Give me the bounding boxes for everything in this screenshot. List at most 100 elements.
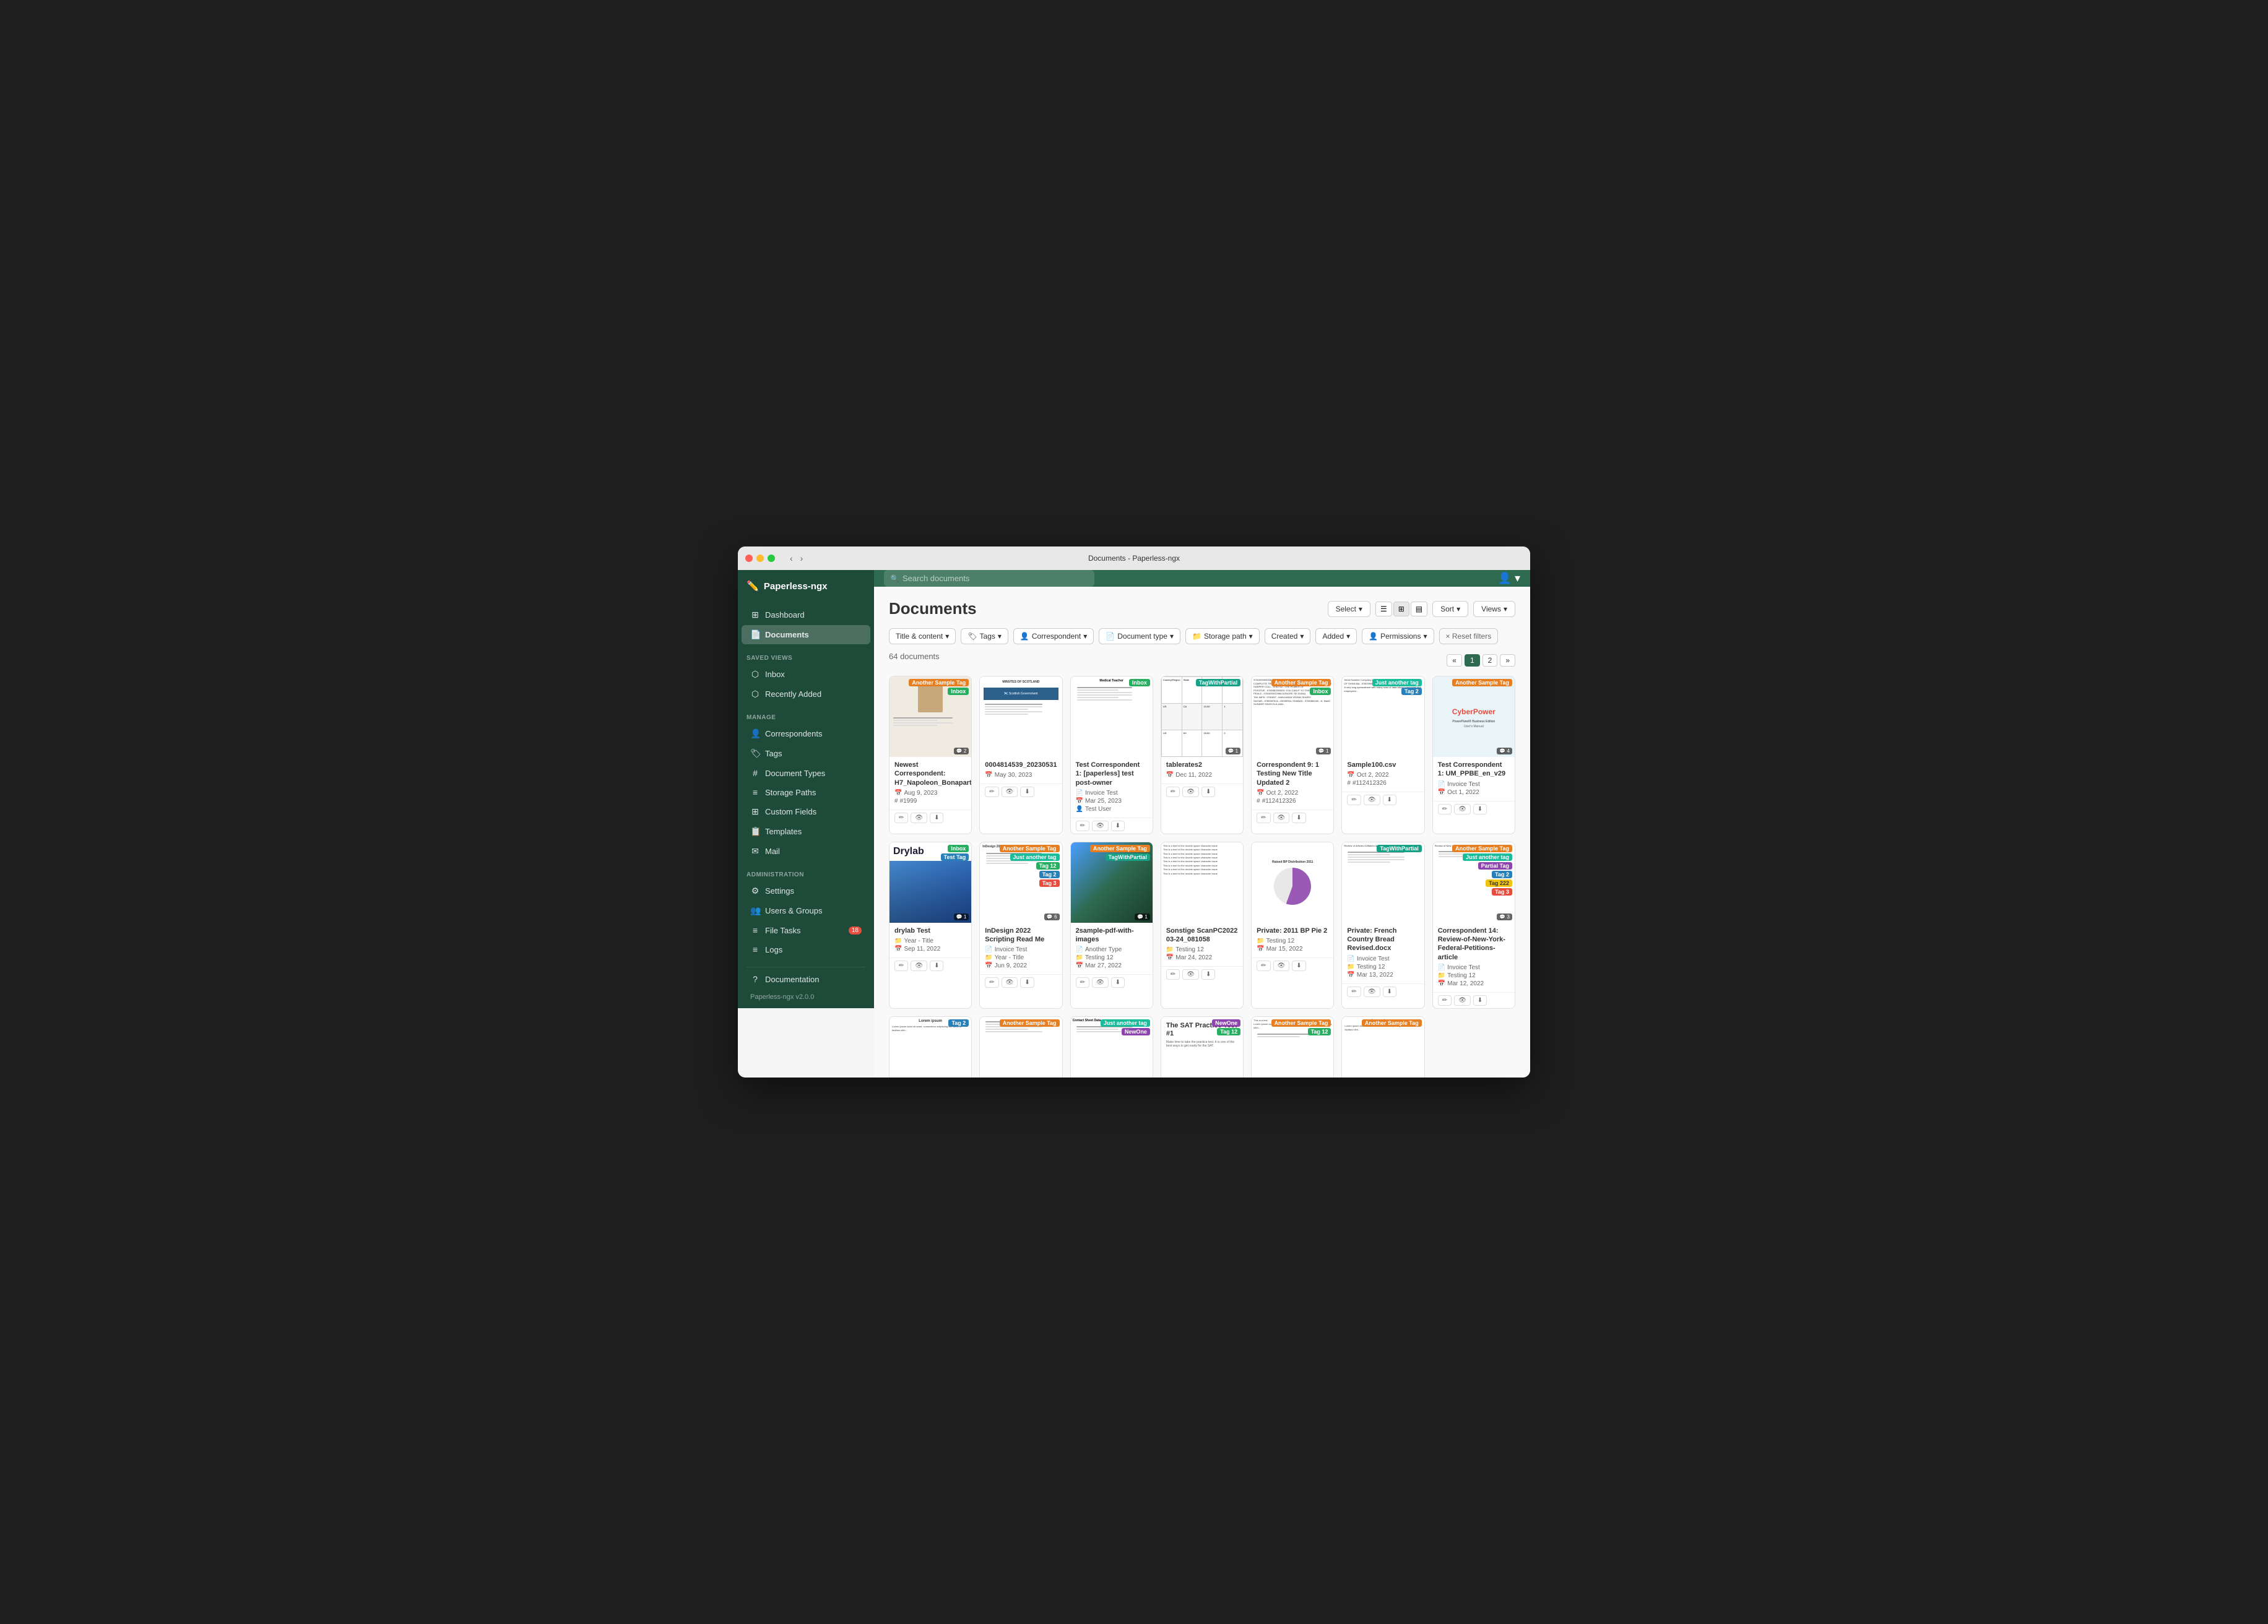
grid-view-button[interactable]: ⊞ xyxy=(1393,602,1409,616)
doc-card-2[interactable]: MINUTES OF SCOTLAND 🏴󠁧󠁢󠁳󠁣󠁴󠁿 Scottish Gov… xyxy=(979,676,1062,834)
edit-button-4[interactable]: ✏ xyxy=(1166,787,1180,797)
preview-button-12[interactable]: 👁 xyxy=(1273,961,1290,971)
sidebar-item-documentation[interactable]: ? Documentation xyxy=(742,970,870,988)
doc-card-1[interactable]: Another Sample Tag Inbox 💬 2 Newest Corr… xyxy=(889,676,972,834)
close-button[interactable] xyxy=(745,555,753,562)
preview-button-4[interactable]: 👁 xyxy=(1182,787,1199,797)
download-button-6[interactable]: ⬇ xyxy=(1383,795,1396,805)
edit-button-12[interactable]: ✏ xyxy=(1257,961,1270,971)
created-filter[interactable]: Created ▾ xyxy=(1265,628,1311,644)
download-button-4[interactable]: ⬇ xyxy=(1201,787,1215,797)
edit-button-8[interactable]: ✏ xyxy=(894,961,908,971)
download-button-14[interactable]: ⬇ xyxy=(1473,995,1487,1006)
sidebar-item-documents[interactable]: 📄 Documents xyxy=(742,625,870,644)
added-filter[interactable]: Added ▾ xyxy=(1315,628,1357,644)
user-icon[interactable]: 👤 ▾ xyxy=(1498,572,1520,584)
sidebar-item-mail[interactable]: ✉ Mail xyxy=(742,842,870,861)
download-button-8[interactable]: ⬇ xyxy=(930,961,943,971)
preview-button-13[interactable]: 👁 xyxy=(1364,987,1380,997)
download-button-2[interactable]: ⬇ xyxy=(1020,787,1034,797)
preview-button-11[interactable]: 👁 xyxy=(1182,969,1199,980)
list-view-button[interactable]: ☰ xyxy=(1375,602,1392,616)
preview-button-7[interactable]: 👁 xyxy=(1454,804,1471,814)
select-button[interactable]: Select ▾ xyxy=(1328,601,1370,617)
edit-button-7[interactable]: ✏ xyxy=(1438,804,1452,814)
sidebar-item-file-tasks[interactable]: ≡ File Tasks 18 xyxy=(742,921,870,939)
minimize-button[interactable] xyxy=(756,555,764,562)
edit-button-13[interactable]: ✏ xyxy=(1347,987,1361,997)
doc-card-20[interactable]: Lorem ipsum Lorem ipsum dolor sit amet, … xyxy=(1341,1016,1424,1078)
doc-card-12[interactable]: Raised BP Distribution 2011 Private: 201… xyxy=(1251,842,1334,1009)
preview-button-5[interactable]: 👁 xyxy=(1273,813,1290,823)
forward-button[interactable]: › xyxy=(798,552,806,564)
preview-button-10[interactable]: 👁 xyxy=(1092,977,1109,988)
download-button-1[interactable]: ⬇ xyxy=(930,813,943,823)
download-button-7[interactable]: ⬇ xyxy=(1473,804,1487,814)
reset-filters-button[interactable]: × Reset filters xyxy=(1439,628,1499,644)
maximize-button[interactable] xyxy=(768,555,775,562)
download-button-11[interactable]: ⬇ xyxy=(1201,969,1215,980)
sidebar-item-tags[interactable]: 🏷 Tags xyxy=(742,744,870,763)
title-content-filter[interactable]: Title & content ▾ xyxy=(889,628,956,644)
sidebar-item-inbox[interactable]: ⬡ Inbox xyxy=(742,665,870,684)
edit-button-6[interactable]: ✏ xyxy=(1347,795,1361,805)
download-button-3[interactable]: ⬇ xyxy=(1111,821,1125,831)
correspondent-filter[interactable]: 👤 Correspondent ▾ xyxy=(1013,628,1094,644)
table-view-button[interactable]: ▤ xyxy=(1411,602,1427,616)
doc-card-14[interactable]: Review of New York Federal Petitions art… xyxy=(1432,842,1515,1009)
permissions-filter[interactable]: 👤 Permissions ▾ xyxy=(1362,628,1434,644)
edit-button-5[interactable]: ✏ xyxy=(1257,813,1270,823)
download-button-10[interactable]: ⬇ xyxy=(1111,977,1125,988)
doc-card-3[interactable]: Medical Teacher xyxy=(1070,676,1153,834)
edit-button-1[interactable]: ✏ xyxy=(894,813,908,823)
download-button-5[interactable]: ⬇ xyxy=(1292,813,1305,823)
edit-button-2[interactable]: ✏ xyxy=(985,787,998,797)
page-1-button[interactable]: 1 xyxy=(1465,654,1480,667)
edit-button-9[interactable]: ✏ xyxy=(985,977,998,988)
storage-path-filter[interactable]: 📁 Storage path ▾ xyxy=(1185,628,1260,644)
doc-card-13[interactable]: Review of Articles d'Affaires Auteur xyxy=(1341,842,1424,1009)
download-button-9[interactable]: ⬇ xyxy=(1020,977,1034,988)
doc-card-10[interactable]: Another Sample Tag TagWithPartial 💬 1 2s… xyxy=(1070,842,1153,1009)
sidebar-item-document-types[interactable]: # Document Types xyxy=(742,764,870,782)
edit-button-11[interactable]: ✏ xyxy=(1166,969,1180,980)
download-button-13[interactable]: ⬇ xyxy=(1383,987,1396,997)
preview-button-8[interactable]: 👁 xyxy=(911,961,927,971)
doc-card-19[interactable]: This is a testLorem ipsum dolor sit amet… xyxy=(1251,1016,1334,1078)
document-type-filter[interactable]: 📄 Document type ▾ xyxy=(1099,628,1180,644)
sidebar-item-settings[interactable]: ⚙ Settings xyxy=(742,881,870,901)
edit-button-10[interactable]: ✏ xyxy=(1076,977,1089,988)
back-button[interactable]: ‹ xyxy=(787,552,795,564)
doc-card-17[interactable]: Contact Sheet Data Just another tag NewO… xyxy=(1070,1016,1153,1078)
sidebar-item-custom-fields[interactable]: ⊞ Custom Fields xyxy=(742,802,870,821)
download-button-12[interactable]: ⬇ xyxy=(1292,961,1305,971)
sidebar-item-correspondents[interactable]: 👤 Correspondents xyxy=(742,724,870,743)
preview-button-3[interactable]: 👁 xyxy=(1092,821,1109,831)
preview-button-6[interactable]: 👁 xyxy=(1364,795,1380,805)
page-2-button[interactable]: 2 xyxy=(1482,654,1498,667)
doc-card-15[interactable]: Lorem ipsum Lorem ipsum dolor sit amet, … xyxy=(889,1016,972,1078)
edit-button-3[interactable]: ✏ xyxy=(1076,821,1089,831)
prev-page-button[interactable]: « xyxy=(1447,654,1462,667)
search-input[interactable] xyxy=(884,570,1094,587)
preview-button-9[interactable]: 👁 xyxy=(1002,977,1018,988)
sidebar-item-storage-paths[interactable]: ≡ Storage Paths xyxy=(742,783,870,801)
preview-button-14[interactable]: 👁 xyxy=(1454,995,1471,1006)
sidebar-item-recently-added[interactable]: ⬡ Recently Added xyxy=(742,685,870,704)
sidebar-item-templates[interactable]: 📋 Templates xyxy=(742,822,870,841)
views-button[interactable]: Views ▾ xyxy=(1473,601,1515,617)
edit-button-14[interactable]: ✏ xyxy=(1438,995,1452,1006)
sidebar-item-users-groups[interactable]: 👥 Users & Groups xyxy=(742,901,870,920)
doc-card-9[interactable]: InDesign 2022 Scripting A xyxy=(979,842,1062,1009)
sort-button[interactable]: Sort ▾ xyxy=(1432,601,1468,617)
doc-card-7[interactable]: CyberPower PowerPanel® Business Edition … xyxy=(1432,676,1515,834)
doc-card-18[interactable]: The SAT Practice Test #1 Make time to ta… xyxy=(1161,1016,1244,1078)
preview-button-1[interactable]: 👁 xyxy=(911,813,927,823)
doc-card-11[interactable]: This is a test for the double space char… xyxy=(1161,842,1244,1009)
next-page-button[interactable]: » xyxy=(1500,654,1515,667)
sidebar-item-dashboard[interactable]: ⊞ Dashboard xyxy=(742,605,870,624)
doc-card-5[interactable]: 9781999905958.TALES OF SHIVA Ma: 9780099… xyxy=(1251,676,1334,834)
doc-card-6[interactable]: Serial Number Company Name Employee...97… xyxy=(1341,676,1424,834)
doc-card-4[interactable]: Country/Region State Price Qty US CA 10.… xyxy=(1161,676,1244,834)
tags-filter[interactable]: 🏷 Tags ▾ xyxy=(961,628,1008,644)
